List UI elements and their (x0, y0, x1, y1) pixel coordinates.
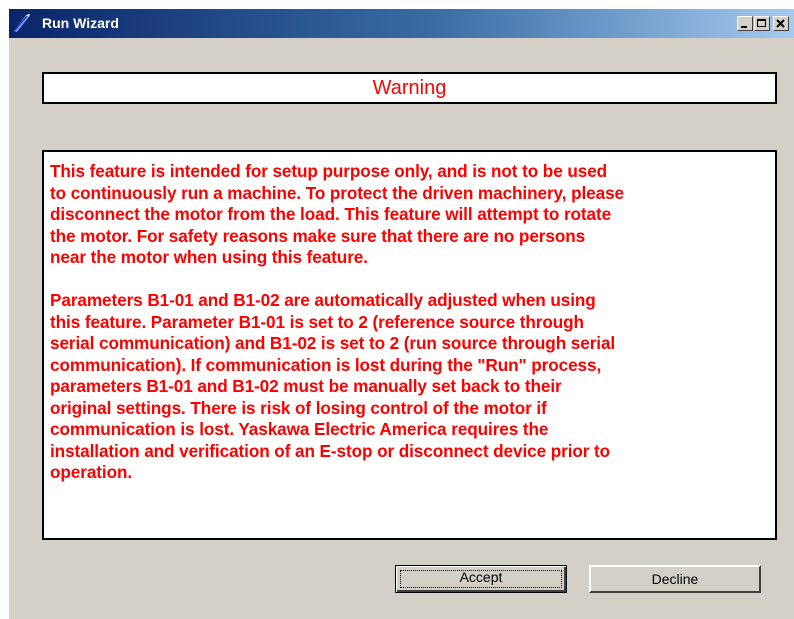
window-title: Run Wizard (42, 15, 119, 31)
title-bar[interactable]: Run Wizard (9, 9, 794, 38)
minimize-icon[interactable] (737, 16, 753, 31)
warning-heading: Warning (42, 72, 777, 104)
maximize-icon[interactable] (754, 16, 770, 31)
app-wizard-icon (12, 13, 32, 33)
close-icon[interactable] (773, 16, 789, 31)
run-wizard-window: Run Wizard Warning This feature is inten… (8, 8, 794, 619)
decline-button[interactable]: Decline (589, 565, 761, 593)
accept-button-label: Accept (459, 569, 503, 585)
warning-message: This feature is intended for setup purpo… (42, 150, 777, 540)
accept-button[interactable]: Accept (395, 565, 567, 593)
